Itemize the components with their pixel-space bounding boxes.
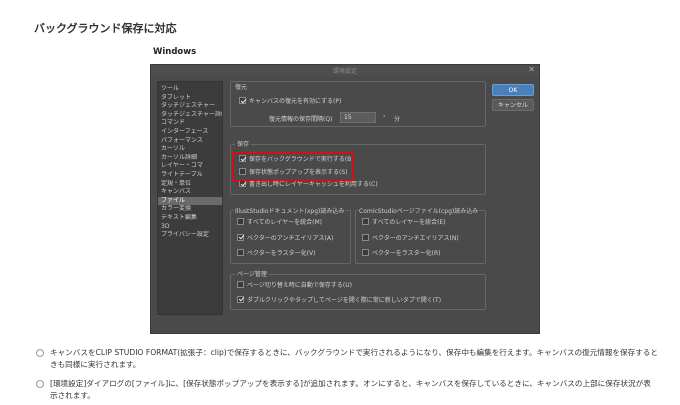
restore-interval-input[interactable]: 15: [340, 112, 376, 123]
illust-option-label: ベクターをラスター化(V): [247, 250, 316, 257]
note-item: キャンバスをCLIP STUDIO FORMAT(拡張子：clip)で保存すると…: [36, 347, 658, 371]
sidebar-item[interactable]: コマンド: [158, 119, 222, 128]
illust-option-checkbox[interactable]: ベクターのアンチエイリアス(A): [237, 233, 333, 242]
checkbox-box[interactable]: [237, 249, 244, 256]
sidebar-item[interactable]: タッチジェスチャー: [158, 102, 222, 111]
illust-option-checkbox[interactable]: すべてのレイヤーを統合(M): [237, 217, 322, 226]
page-group-title: ページ管理: [235, 269, 269, 278]
sidebar-item[interactable]: レイヤー・コマ: [158, 162, 222, 171]
illust-group-title: IllustStudioドキュメント(xpg)読み込み: [234, 206, 346, 215]
comic-option-checkbox[interactable]: すべてのレイヤーを統合(E): [362, 217, 446, 226]
sidebar-item[interactable]: キャンバス: [158, 188, 222, 197]
sidebar-item[interactable]: インターフェース: [158, 128, 222, 137]
spin-arrow-icon[interactable]: ›: [383, 113, 385, 120]
page-option-checkbox[interactable]: ページ切り替え時に自動で保存する(U): [237, 280, 352, 289]
restore-interval-unit: 分: [394, 116, 401, 123]
sidebar-item[interactable]: タッチジェスチャー詳細: [158, 111, 222, 120]
bullet-circle-icon: [36, 380, 44, 388]
sidebar-item[interactable]: ファイル: [158, 196, 222, 206]
checkbox-box[interactable]: [237, 295, 244, 303]
dialog-titlebar: 環境設定 ✕: [151, 65, 539, 76]
sidebar-item[interactable]: プライバシー設定: [158, 231, 222, 240]
comic-option-checkbox[interactable]: ベクターのアンチエイリアス(N): [362, 233, 459, 242]
checkbox-box[interactable]: [237, 218, 244, 225]
sidebar-item[interactable]: ツール: [158, 85, 222, 94]
checkbox-box[interactable]: [237, 281, 244, 288]
comic-option-label: すべてのレイヤーを統合(E): [372, 219, 446, 226]
highlight-frame: [231, 151, 353, 181]
checkbox-box[interactable]: [239, 97, 246, 104]
sidebar-item[interactable]: 定規・単位: [158, 180, 222, 189]
section-heading: バックグラウンド保存に対応: [34, 22, 177, 35]
preferences-dialog: 環境設定 ✕ ツール タブレット タッチジェスチャー タッチジェスチャー詳細 コマンドイ…: [150, 64, 540, 334]
bullet-circle-icon: [36, 349, 44, 357]
restore-enable-label: キャンバスの復元を有効にする(P): [249, 98, 342, 105]
note-item: [環境設定]ダイアログの[ファイル]に、[保存状態ポップアップを表示する]が追加…: [36, 378, 658, 402]
checkbox-box[interactable]: [237, 233, 244, 241]
checkbox-box[interactable]: [362, 249, 369, 256]
save-group-title: 保存: [235, 139, 252, 148]
sidebar-item[interactable]: カラー変換: [158, 205, 222, 214]
illust-option-label: ベクターのアンチエイリアス(A): [247, 234, 334, 242]
sidebar-item[interactable]: パフォーマンス: [158, 137, 222, 146]
category-list: ツール タブレット タッチジェスチャー タッチジェスチャー詳細 コマンド インターフェース…: [157, 81, 223, 315]
sidebar-item[interactable]: タブレット: [158, 94, 222, 103]
restore-interval-label: 復元情報の保存間隔(Q): [269, 116, 333, 123]
note-text: キャンバスをCLIP STUDIO FORMAT(拡張子：clip)で保存すると…: [50, 348, 658, 369]
note-text: [環境設定]ダイアログの[ファイル]に、[保存状態ポップアップを表示する]が追加…: [50, 379, 651, 400]
sidebar-item[interactable]: 3D: [158, 223, 222, 232]
restore-group-title: 復元: [235, 84, 248, 91]
sidebar-item[interactable]: テキスト編集: [158, 214, 222, 223]
cancel-button[interactable]: キャンセル: [492, 99, 534, 111]
page-option-label: ページ切り替え時に自動で保存する(U): [247, 282, 352, 289]
illust-option-checkbox[interactable]: ベクターをラスター化(V): [237, 248, 315, 257]
sidebar-item[interactable]: カーソル: [158, 145, 222, 154]
page-option-label: ダブルクリックやタップしてページを開く際に常に新しいタブで開く(T): [247, 296, 442, 304]
ok-button[interactable]: OK: [492, 84, 534, 96]
dialog-title: 環境設定: [332, 68, 357, 75]
comic-option-label: ベクターをラスター化(R): [372, 250, 441, 257]
os-label: Windows: [153, 47, 197, 57]
checkbox-box[interactable]: [362, 218, 369, 225]
sidebar-item[interactable]: ライトテーブル: [158, 171, 222, 180]
checkbox-box[interactable]: [362, 233, 369, 241]
close-icon[interactable]: ✕: [528, 65, 535, 75]
page-option-checkbox[interactable]: ダブルクリックやタップしてページを開く際に常に新しいタブで開く(T): [237, 295, 441, 304]
comic-option-checkbox[interactable]: ベクターをラスター化(R): [362, 248, 441, 257]
comic-group-title: ComicStudioページファイル(cpg)読み込み: [358, 206, 480, 215]
comic-option-label: ベクターのアンチエイリアス(N): [372, 234, 459, 242]
illust-option-label: すべてのレイヤーを統合(M): [247, 219, 323, 226]
checkbox-box[interactable]: [239, 180, 246, 187]
restore-enable-checkbox[interactable]: キャンバスの復元を有効にする(P): [239, 96, 341, 105]
sidebar-item[interactable]: カーソル詳細: [158, 154, 222, 163]
